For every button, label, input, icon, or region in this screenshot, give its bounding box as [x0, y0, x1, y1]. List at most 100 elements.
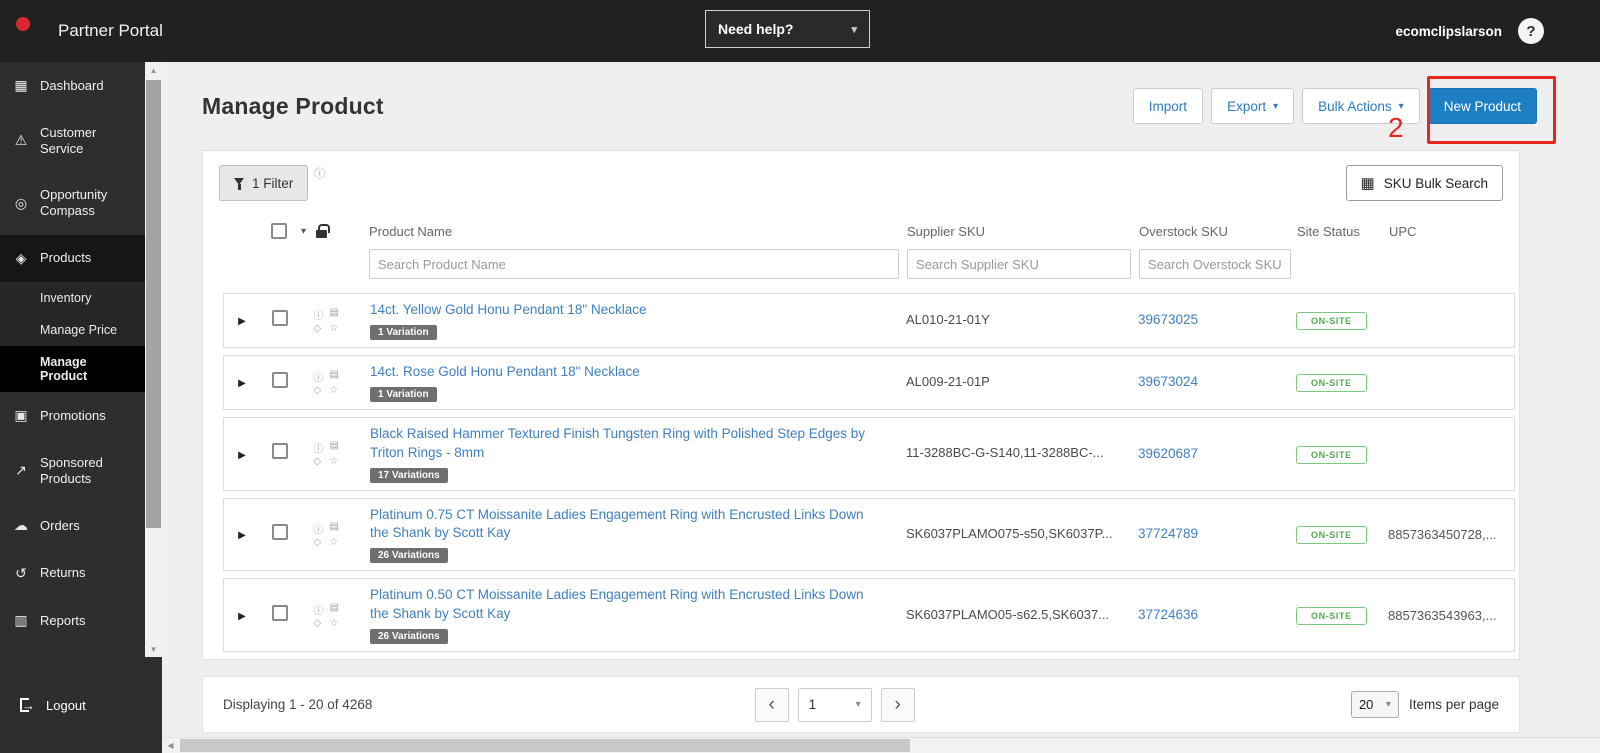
info-icon[interactable]: ⓘ [314, 369, 327, 384]
tag-icon[interactable]: ◇ [314, 456, 327, 467]
overstock-sku-link[interactable]: 37724789 [1138, 526, 1198, 541]
page-select[interactable]: 1 ▾ [797, 687, 872, 722]
sidebar-item-label: Products [40, 250, 92, 266]
tag-icon[interactable]: ◇ [314, 537, 327, 548]
sidebar-item-label: Orders [40, 517, 80, 533]
search-overstock-sku-input[interactable] [1139, 249, 1291, 279]
product-name-link[interactable]: 14ct. Rose Gold Honu Pendant 18" Necklac… [370, 363, 640, 382]
row-checkbox[interactable] [272, 371, 288, 388]
overstock-sku-link[interactable]: 39673024 [1138, 374, 1198, 389]
horizontal-scrollbar-thumb[interactable] [180, 739, 910, 752]
row-expander-icon[interactable]: ▶ [238, 450, 246, 461]
scroll-down-icon[interactable]: ▼ [145, 641, 162, 657]
row-icon-cluster: ⓘ ▤ ◇ ☆ [300, 602, 356, 629]
scroll-up-icon[interactable]: ▲ [145, 62, 162, 78]
export-button[interactable]: Export ▾ [1211, 88, 1295, 124]
site-status-badge: ON-SITE [1296, 607, 1367, 626]
chevron-down-icon: ▾ [1385, 699, 1391, 710]
filter-info-icon[interactable]: ⓘ [314, 165, 325, 181]
sidebar-item-opportunity-compass[interactable]: ◎ Opportunity Compass [0, 172, 145, 235]
overstock-sku-link[interactable]: 39673025 [1138, 312, 1198, 327]
row-checkbox[interactable] [272, 604, 288, 621]
sku-bulk-search-button[interactable]: ▦ SKU Bulk Search [1345, 165, 1503, 201]
site-status-badge: ON-SITE [1296, 526, 1367, 545]
star-icon[interactable]: ☆ [330, 323, 343, 334]
info-icon[interactable]: ⓘ [314, 521, 327, 536]
sidebar-item-promotions[interactable]: ▣ Promotions [0, 392, 145, 440]
items-per-page-select[interactable]: 20 ▾ [1350, 691, 1399, 718]
sidebar-item-inventory[interactable]: Inventory [0, 282, 145, 314]
sidebar-item-orders[interactable]: ☁ Orders [0, 502, 145, 550]
site-status-badge: ON-SITE [1296, 445, 1367, 464]
sidebar-item-customer-service[interactable]: ⚠ Customer Service [0, 110, 145, 173]
logout-icon: → [20, 697, 35, 713]
variation-badge: 26 Variations [370, 629, 448, 645]
scroll-left-icon[interactable]: ◀ [162, 738, 179, 753]
info-icon[interactable]: ⓘ [314, 602, 327, 617]
product-name-link[interactable]: Black Raised Hammer Textured Finish Tung… [370, 425, 876, 463]
chevron-left-icon: ‹ [768, 693, 775, 715]
image-icon[interactable]: ▤ [330, 307, 343, 322]
tag-icon: ◈ [15, 249, 27, 266]
sidebar-item-products[interactable]: ◈ Products [0, 234, 145, 282]
sidebar-item-reports[interactable]: ▥ Reports [0, 597, 145, 645]
prev-page-button[interactable]: ‹ [754, 687, 789, 722]
logout-button[interactable]: → Logout [0, 657, 162, 753]
lock-icon[interactable] [316, 223, 330, 238]
vertical-scrollbar[interactable]: ▲ ▼ [145, 62, 162, 657]
table-row: ▶ ⓘ ▤ ◇ ☆ Platinum 0.75 CT Moissanite La… [223, 497, 1515, 572]
image-icon[interactable]: ▤ [330, 440, 343, 455]
help-icon[interactable]: ? [1518, 18, 1544, 44]
filter-button[interactable]: 1 Filter [219, 165, 309, 201]
need-help-dropdown[interactable]: Need help? ▾ [705, 10, 870, 48]
star-icon[interactable]: ☆ [330, 537, 343, 548]
sidebar-item-label: Promotions [40, 407, 106, 423]
chevron-down-icon: ▾ [1273, 100, 1279, 112]
import-button[interactable]: Import [1132, 88, 1204, 124]
row-expander-icon[interactable]: ▶ [238, 378, 246, 389]
sidebar-item-manage-price[interactable]: Manage Price [0, 314, 145, 346]
vertical-scrollbar-thumb[interactable] [146, 80, 161, 528]
select-menu-caret-icon[interactable]: ▾ [301, 226, 306, 237]
search-supplier-sku-input[interactable] [907, 249, 1131, 279]
row-expander-icon[interactable]: ▶ [238, 530, 246, 541]
next-page-button[interactable]: › [880, 687, 915, 722]
horizontal-scrollbar[interactable]: ◀ [162, 737, 1600, 753]
product-name-link[interactable]: Platinum 0.75 CT Moissanite Ladies Engag… [370, 506, 876, 544]
promotions-icon: ▣ [14, 407, 28, 423]
info-icon[interactable]: ⓘ [314, 440, 327, 455]
row-checkbox[interactable] [272, 309, 288, 326]
star-icon[interactable]: ☆ [330, 618, 343, 629]
row-icon-cluster: ⓘ ▤ ◇ ☆ [300, 440, 356, 467]
image-icon[interactable]: ▤ [330, 521, 343, 536]
product-name-link[interactable]: Platinum 0.50 CT Moissanite Ladies Engag… [370, 586, 876, 624]
variation-badge: 17 Variations [370, 467, 448, 483]
overstock-sku-link[interactable]: 37724636 [1138, 607, 1198, 622]
star-icon[interactable]: ☆ [330, 385, 343, 396]
sidebar-item-returns[interactable]: ↺ Returns [0, 550, 145, 598]
row-checkbox[interactable] [272, 443, 288, 460]
star-icon[interactable]: ☆ [330, 456, 343, 467]
sidebar-item-manage-product[interactable]: Manage Product [0, 346, 145, 392]
info-icon[interactable]: ⓘ [314, 307, 327, 322]
select-all-checkbox[interactable] [271, 223, 287, 239]
cloud-icon: ☁ [14, 517, 28, 533]
overstock-sku-link[interactable]: 39620687 [1138, 446, 1198, 461]
row-checkbox[interactable] [272, 523, 288, 540]
sidebar-item-sponsored-products[interactable]: ↗ Sponsored Products [0, 440, 145, 503]
sidebar-item-dashboard[interactable]: ▦ Dashboard [0, 62, 145, 110]
image-icon[interactable]: ▤ [330, 602, 343, 617]
new-product-button[interactable]: New Product [1427, 88, 1537, 124]
tag-icon[interactable]: ◇ [314, 323, 327, 334]
bar-chart-icon: ▥ [14, 612, 28, 628]
tag-icon[interactable]: ◇ [314, 385, 327, 396]
bulk-actions-button[interactable]: Bulk Actions ▾ [1302, 88, 1420, 124]
row-expander-icon[interactable]: ▶ [238, 316, 246, 327]
sidebar-item-label: Reports [40, 612, 86, 628]
row-icon-cluster: ⓘ ▤ ◇ ☆ [300, 369, 356, 396]
image-icon[interactable]: ▤ [330, 369, 343, 384]
tag-icon[interactable]: ◇ [314, 618, 327, 629]
search-product-name-input[interactable] [369, 249, 899, 279]
product-name-link[interactable]: 14ct. Yellow Gold Honu Pendant 18" Neckl… [370, 301, 646, 320]
row-expander-icon[interactable]: ▶ [238, 611, 246, 622]
